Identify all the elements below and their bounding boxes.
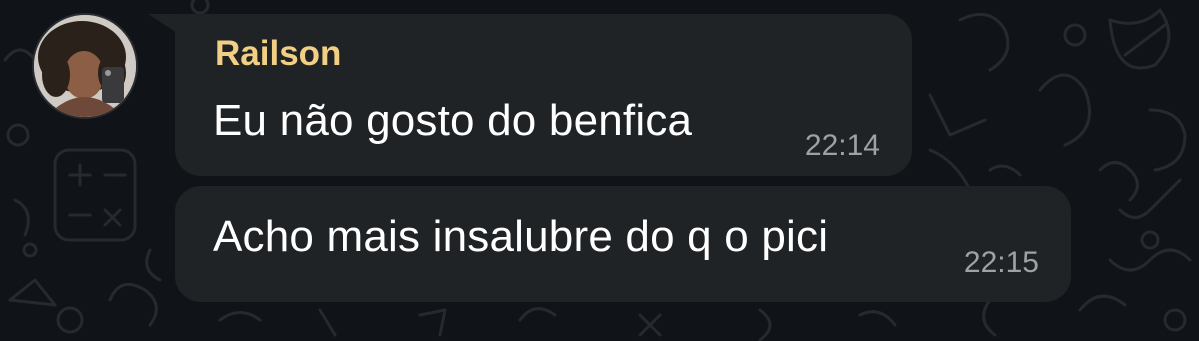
- message-timestamp: 22:15: [963, 246, 1039, 279]
- sender-name[interactable]: Railson: [215, 34, 341, 74]
- message-text: Acho mais insalubre do q o pici: [213, 212, 829, 261]
- avatar[interactable]: [32, 13, 138, 119]
- message-bubble[interactable]: Railson Eu não gosto do benfica 22:14: [175, 14, 912, 176]
- user-avatar-photo-icon: [34, 15, 136, 117]
- message-timestamp: 22:14: [804, 129, 880, 162]
- message-bubble[interactable]: Acho mais insalubre do q o pici 22:15: [175, 186, 1071, 302]
- message-text: Eu não gosto do benfica: [213, 96, 693, 145]
